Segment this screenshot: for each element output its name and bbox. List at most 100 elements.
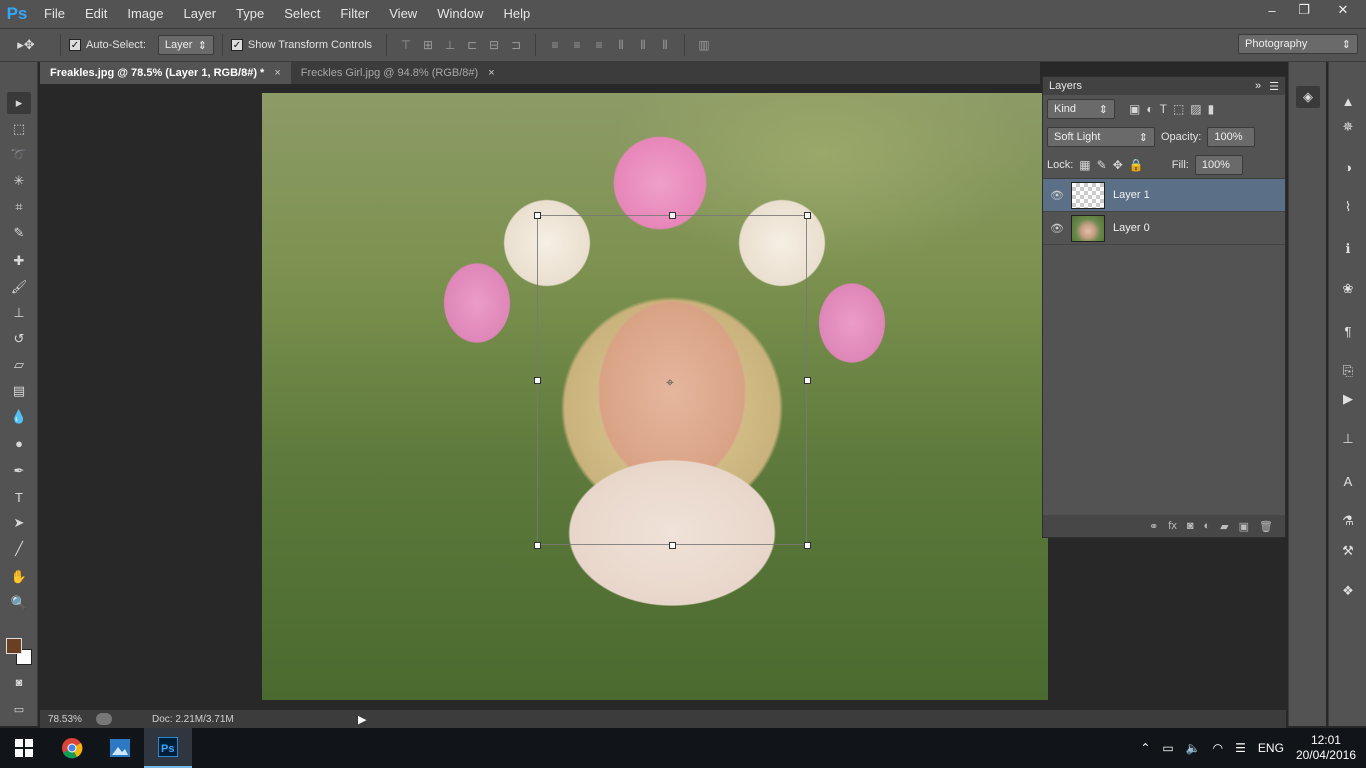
lock-transparency-icon[interactable]: ▦	[1079, 158, 1090, 172]
clone-source-icon[interactable]: ⊥	[1336, 428, 1360, 450]
layer-name[interactable]: Layer 0	[1113, 222, 1150, 234]
3d-icon[interactable]: ❖	[1336, 580, 1360, 602]
transform-handle[interactable]	[804, 542, 811, 549]
add-mask-icon[interactable]: ◙	[1187, 520, 1194, 532]
navigator-icon[interactable]: ✵	[1336, 116, 1360, 138]
language-indicator[interactable]: ENG	[1258, 741, 1284, 755]
screen-mode-icon[interactable]: ▭	[7, 698, 31, 720]
layer-name[interactable]: Layer 1	[1113, 189, 1150, 201]
new-layer-icon[interactable]: ▣	[1239, 520, 1249, 533]
status-menu-arrow-icon[interactable]: ▶	[358, 713, 366, 726]
layers-panel-icon[interactable]: ◈	[1296, 86, 1320, 108]
dodge-tool-icon[interactable]: ●	[7, 432, 31, 454]
panel-menu-icon[interactable]: ☰	[1269, 80, 1279, 93]
filter-kind-dropdown[interactable]: Kind ⇕	[1047, 99, 1115, 119]
align-bottom-icon[interactable]: ⊥	[439, 34, 461, 56]
pen-tool-icon[interactable]: ✒	[7, 460, 31, 482]
channels-icon[interactable]: ❀	[1336, 278, 1360, 300]
transform-handle[interactable]	[804, 212, 811, 219]
layer-row-layer-1[interactable]: 👁 Layer 1	[1043, 179, 1285, 212]
layer-row-layer-0[interactable]: 👁 Layer 0	[1043, 212, 1285, 245]
tool-presets-icon[interactable]: ⚒	[1336, 540, 1360, 562]
menu-help[interactable]: Help	[493, 0, 540, 28]
lock-all-icon[interactable]: 🔒	[1129, 158, 1144, 172]
blur-tool-icon[interactable]: 💧	[7, 406, 31, 428]
menu-edit[interactable]: Edit	[75, 0, 117, 28]
auto-select-checkbox[interactable]: ✓	[69, 39, 81, 51]
collapse-icon[interactable]: »	[1255, 80, 1261, 93]
brush-presets-icon[interactable]: ⚗	[1336, 510, 1360, 532]
canvas-area[interactable]: ⌖	[40, 84, 1048, 710]
opacity-input[interactable]: 100%	[1207, 127, 1256, 147]
info-icon[interactable]: ℹ	[1336, 238, 1360, 260]
restore-button[interactable]: ❐	[1288, 0, 1320, 20]
menu-view[interactable]: View	[379, 0, 427, 28]
status-icon[interactable]	[96, 713, 112, 725]
character-icon[interactable]: A	[1336, 470, 1360, 492]
lasso-tool-icon[interactable]: ➰	[7, 144, 31, 166]
transform-handle[interactable]	[534, 377, 541, 384]
eraser-tool-icon[interactable]: ▱	[7, 354, 31, 376]
type-tool-icon[interactable]: T	[7, 486, 31, 508]
wifi-icon[interactable]: ◠	[1213, 741, 1223, 755]
menu-layer[interactable]: Layer	[174, 0, 227, 28]
minimize-button[interactable]: –	[1256, 0, 1288, 20]
filter-pixel-icon[interactable]: ▣	[1129, 102, 1140, 116]
reference-point-icon[interactable]: ⌖	[666, 374, 674, 391]
chevron-up-icon[interactable]: ⌃	[1140, 741, 1150, 755]
paragraph-icon[interactable]: ¶	[1336, 320, 1360, 342]
menu-image[interactable]: Image	[117, 0, 173, 28]
actions-icon[interactable]: ▶	[1336, 388, 1360, 410]
lock-position-icon[interactable]: ✥	[1113, 158, 1123, 172]
new-adjustment-icon[interactable]: ◐	[1204, 520, 1211, 532]
transform-handle[interactable]	[669, 542, 676, 549]
volume-icon[interactable]: 🔈	[1186, 741, 1201, 755]
menu-filter[interactable]: Filter	[330, 0, 379, 28]
align-right-icon[interactable]: ⊐	[505, 34, 527, 56]
menu-select[interactable]: Select	[274, 0, 330, 28]
histogram-icon[interactable]: ▲	[1336, 90, 1360, 112]
auto-select-dropdown[interactable]: Layer ⇕	[157, 35, 214, 55]
zoom-level[interactable]: 78.53%	[40, 714, 90, 725]
menu-window[interactable]: Window	[427, 0, 493, 28]
chrome-icon[interactable]	[48, 728, 96, 768]
distribute-hcenter-icon[interactable]: ⦀	[632, 34, 654, 56]
layer-style-icon[interactable]: fx	[1168, 520, 1177, 532]
tab-freakles[interactable]: Freakles.jpg @ 78.5% (Layer 1, RGB/8#) *…	[40, 62, 291, 84]
move-tool-preset-icon[interactable]: ▸✥	[0, 37, 52, 53]
delete-layer-icon[interactable]: 🗑	[1259, 520, 1273, 533]
show-transform-checkbox[interactable]: ✓	[230, 39, 243, 51]
tab-freckles-girl[interactable]: Freckles Girl.jpg @ 94.8% (RGB/8#) ×	[291, 62, 505, 84]
transform-handle[interactable]	[804, 377, 811, 384]
visibility-eye-icon[interactable]: 👁	[1043, 222, 1071, 235]
eyedropper-tool-icon[interactable]: ✎	[7, 222, 31, 244]
distribute-top-icon[interactable]: ≡	[544, 34, 566, 56]
clock[interactable]: 12:01 20/04/2016	[1296, 733, 1356, 763]
healing-brush-tool-icon[interactable]: ✚	[7, 250, 31, 272]
clone-stamp-tool-icon[interactable]: ⊥	[7, 302, 31, 324]
history-brush-tool-icon[interactable]: ↺	[7, 328, 31, 350]
link-layers-icon[interactable]: ⚭	[1149, 520, 1158, 533]
menu-file[interactable]: File	[34, 0, 75, 28]
photoshop-taskbar-icon[interactable]: Ps	[144, 728, 192, 768]
foreground-color-swatch[interactable]	[6, 638, 22, 654]
adjustments-icon[interactable]: ◑	[1336, 156, 1360, 178]
power-icon[interactable]: ▭	[1162, 741, 1173, 755]
visibility-eye-icon[interactable]: 👁	[1043, 189, 1071, 202]
zoom-tool-icon[interactable]: 🔍	[7, 592, 31, 614]
lock-pixels-icon[interactable]: ✎	[1097, 158, 1107, 172]
distribute-left-icon[interactable]: ⦀	[610, 34, 632, 56]
blend-mode-dropdown[interactable]: Soft Light ⇕	[1047, 127, 1155, 147]
brush-tool-icon[interactable]: 🖌	[7, 276, 31, 298]
new-group-icon[interactable]: ▰	[1220, 520, 1228, 533]
align-vcenter-icon[interactable]: ⊞	[417, 34, 439, 56]
align-hcenter-icon[interactable]: ⊟	[483, 34, 505, 56]
align-left-icon[interactable]: ⊏	[461, 34, 483, 56]
filter-smart-object-icon[interactable]: ▨	[1190, 102, 1201, 116]
crop-tool-icon[interactable]: ⌗	[7, 196, 31, 218]
transform-handle[interactable]	[669, 212, 676, 219]
filter-shape-icon[interactable]: ⬚	[1173, 102, 1184, 116]
distribute-vcenter-icon[interactable]: ≡	[566, 34, 588, 56]
magic-wand-tool-icon[interactable]: ✳	[7, 170, 31, 192]
menu-type[interactable]: Type	[226, 0, 274, 28]
